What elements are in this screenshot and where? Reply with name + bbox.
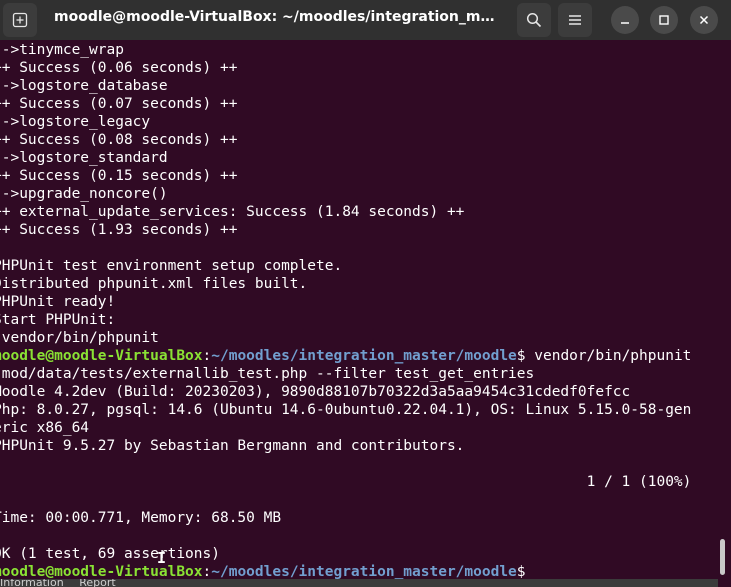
terminal-window: moodle@moodle-VirtualBox: ~/moodles/inte… [0, 0, 731, 587]
output-line: ++ Success (0.06 seconds) ++ [0, 60, 238, 76]
search-icon [526, 12, 542, 28]
prompt-symbol: $ [516, 564, 535, 580]
scrollbar[interactable] [718, 41, 731, 587]
command-continuation: mod/data/tests/externallib_test.php --fi… [0, 366, 535, 382]
maximize-button[interactable] [650, 6, 678, 34]
output-line: ++ Success (0.15 seconds) ++ [0, 168, 238, 184]
command-line: moodle@moodle-VirtualBox:~/moodles/integ… [0, 347, 718, 365]
minimize-icon [621, 22, 629, 24]
prompt-symbol: $ [516, 348, 535, 364]
hamburger-menu-icon [569, 15, 581, 25]
scrollbar-thumb[interactable] [720, 539, 725, 575]
output-line: Distributed phpunit.xml files built. [0, 276, 308, 292]
output-line: -->logstore_legacy [0, 114, 151, 130]
output-line: eric x86_64 [0, 420, 90, 436]
output-line: PHPUnit 9.5.27 by Sebastian Bergmann and… [0, 438, 465, 454]
output-line: ++ Success (0.07 seconds) ++ [0, 96, 238, 112]
output-line: Moodle 4.2dev (Build: 20230203), 9890d88… [0, 384, 631, 400]
output-line: -->tinymce_wrap [0, 42, 124, 58]
output-line: Time: 00:00.771, Memory: 68.50 MB [0, 510, 282, 526]
background-window-strip: Information Report [0, 579, 718, 587]
output-line: vendor/bin/phpunit [0, 330, 159, 346]
prompt-path: ~/moodles/integration_master/moodle [211, 348, 517, 364]
output-line: ++ external_update_services: Success (1.… [0, 204, 465, 220]
output-line: ++ Success (0.08 seconds) ++ [0, 132, 238, 148]
output-line: -->logstore_database [0, 78, 168, 94]
prompt-separator: : [202, 348, 212, 364]
output-line: OK (1 test, 69 assertions) [0, 546, 220, 562]
output-line: -->upgrade_noncore() [0, 186, 168, 202]
output-line: Start PHPUnit: [0, 312, 116, 328]
prompt-separator: : [202, 564, 212, 580]
window-title: moodle@moodle-VirtualBox: ~/moodles/inte… [54, 9, 502, 25]
command-text: vendor/bin/phpunit [534, 348, 692, 364]
new-tab-button[interactable] [3, 3, 37, 37]
menu-button[interactable] [558, 3, 592, 37]
i-beam-cursor-icon: I [157, 549, 167, 567]
output-line: PHPUnit test environment setup complete. [0, 258, 343, 274]
output-line: Php: 8.0.27, pgsql: 14.6 (Ubuntu 14.6-0u… [0, 402, 692, 418]
title-bar: moodle@moodle-VirtualBox: ~/moodles/inte… [0, 0, 731, 40]
background-tab-label: Information [0, 579, 64, 587]
search-button[interactable] [517, 3, 551, 37]
output-line: ++ Success (1.93 seconds) ++ [0, 222, 238, 238]
minimize-button[interactable] [611, 6, 639, 34]
close-icon [699, 15, 709, 25]
maximize-icon [659, 15, 669, 25]
new-tab-icon [12, 12, 28, 28]
close-button[interactable] [690, 6, 718, 34]
prompt-user: moodle@moodle-VirtualBox [0, 348, 203, 364]
prompt-path: ~/moodles/integration_master/moodle [211, 564, 517, 580]
output-line: -->logstore_standard [0, 150, 168, 166]
terminal-output: -->tinymce_wrap ++ Success (0.06 seconds… [0, 41, 718, 581]
background-tab-label: Report [79, 579, 116, 587]
prompt-user: moodle@moodle-VirtualBox [0, 564, 203, 580]
output-line: PHPUnit ready! [0, 294, 116, 310]
output-line: 1 / 1 (100%) [0, 474, 692, 490]
terminal-area[interactable]: -->tinymce_wrap ++ Success (0.06 seconds… [0, 41, 718, 587]
